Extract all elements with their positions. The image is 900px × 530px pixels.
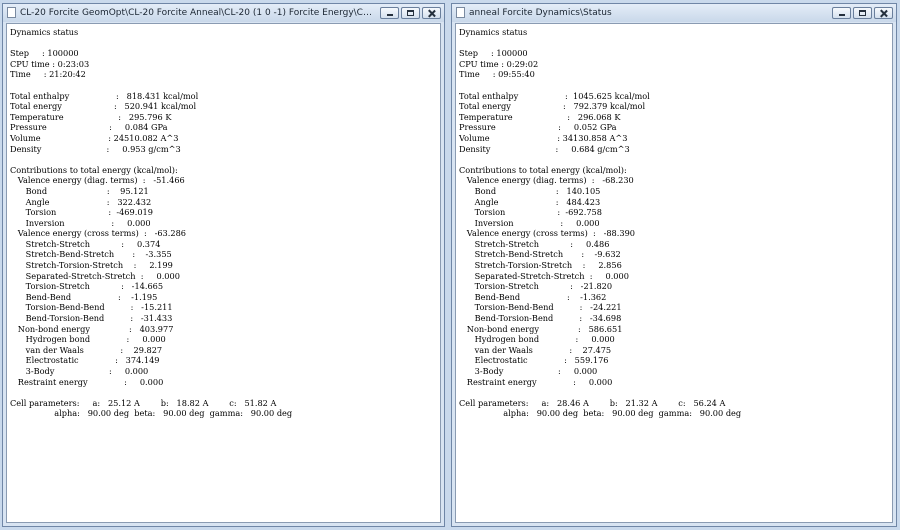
- status-text-area[interactable]: Dynamics status Step : 100000 CPU time :…: [6, 23, 441, 523]
- document-icon: [7, 7, 16, 18]
- document-icon: [456, 7, 465, 18]
- minimize-button[interactable]: [832, 7, 851, 19]
- status-window-left[interactable]: CL-20 Forcite GeomOpt\CL-20 Forcite Anne…: [2, 3, 445, 527]
- minimize-button[interactable]: [380, 7, 399, 19]
- window-title: anneal Forcite Dynamics\Status: [469, 8, 612, 18]
- title-bar[interactable]: anneal Forcite Dynamics\Status: [452, 4, 896, 22]
- maximize-button[interactable]: [853, 7, 872, 19]
- maximize-button[interactable]: [401, 7, 420, 19]
- status-window-right[interactable]: anneal Forcite Dynamics\Status Dynamics …: [451, 3, 897, 527]
- title-bar[interactable]: CL-20 Forcite GeomOpt\CL-20 Forcite Anne…: [3, 4, 444, 22]
- window-title: CL-20 Forcite GeomOpt\CL-20 Forcite Anne…: [20, 8, 372, 18]
- close-button[interactable]: [874, 7, 893, 19]
- close-button[interactable]: [422, 7, 441, 19]
- dynamics-status-text: Dynamics status Step : 100000 CPU time :…: [459, 27, 742, 419]
- dynamics-status-text: Dynamics status Step : 100000 CPU time :…: [10, 27, 293, 419]
- status-text-area[interactable]: Dynamics status Step : 100000 CPU time :…: [455, 23, 893, 523]
